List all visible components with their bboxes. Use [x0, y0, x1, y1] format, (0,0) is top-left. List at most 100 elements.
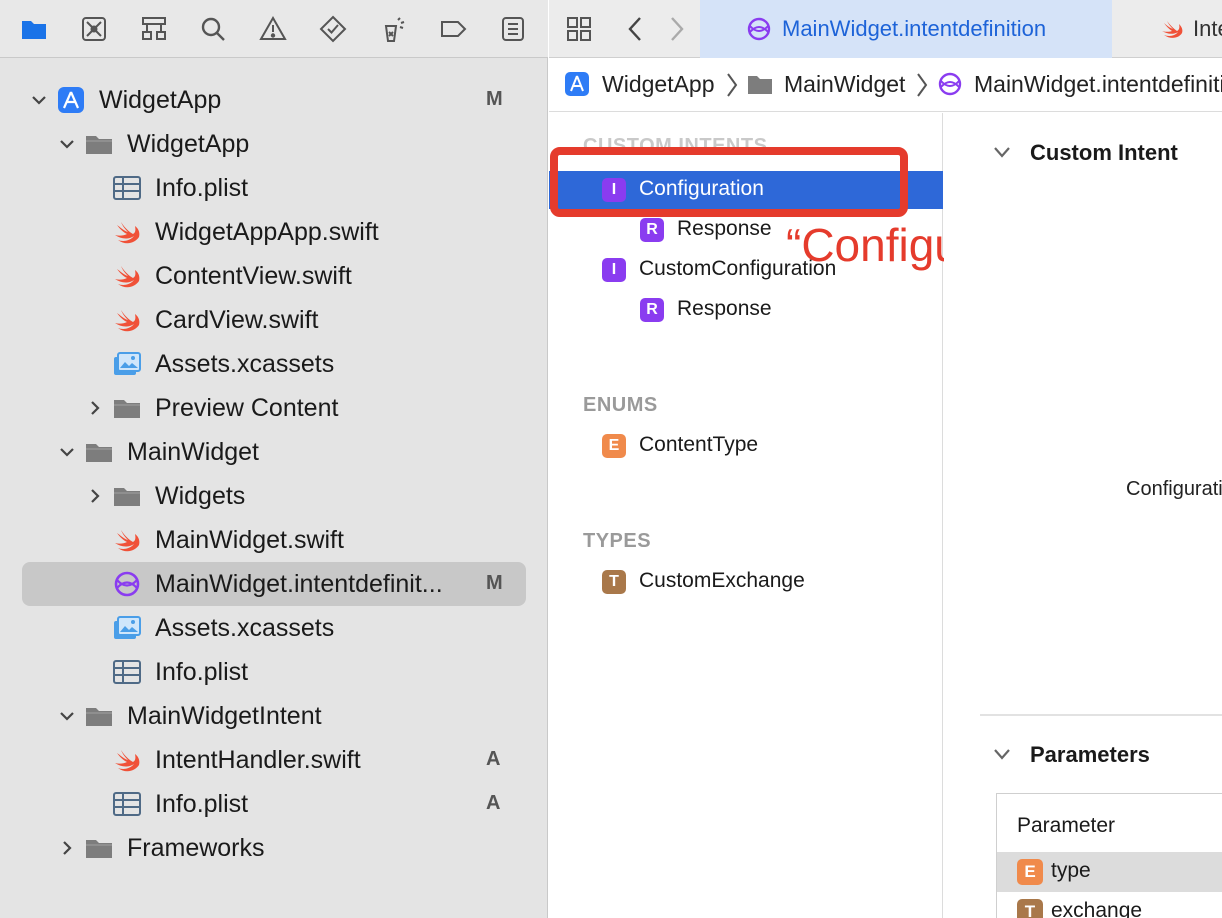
breadcrumb-group[interactable]: MainWidget	[784, 71, 905, 98]
list-item-response[interactable]: R Response	[549, 291, 943, 329]
folder-icon[interactable]	[17, 12, 51, 46]
kind-chip: R	[640, 298, 664, 322]
tree-item-label: MainWidget.swift	[155, 526, 344, 554]
tree-item[interactable]: WidgetAppApp.swift	[0, 210, 548, 254]
swift-icon	[1162, 21, 1183, 38]
chevron-down-icon[interactable]	[56, 705, 78, 727]
highlight-box	[550, 147, 908, 217]
enum-chip: E	[1017, 859, 1043, 885]
list-item-label: CustomExchange	[639, 569, 805, 592]
report-icon[interactable]	[496, 12, 530, 46]
tree-item[interactable]: MainWidget.intentdefinit... M	[0, 562, 548, 606]
tree-item[interactable]: Preview Content	[0, 386, 548, 430]
tree-item[interactable]: Info.plist	[0, 650, 548, 694]
list-item-label: Response	[677, 297, 772, 320]
chevron-down-icon[interactable]	[28, 89, 50, 111]
plist-icon	[111, 172, 143, 204]
breadcrumb-separator-icon	[727, 73, 738, 97]
folder-icon	[111, 480, 143, 512]
parameters-title: Parameters	[1030, 742, 1150, 767]
tree-item-label: MainWidgetIntent	[127, 702, 322, 730]
tree-item-label: Info.plist	[155, 174, 249, 202]
warning-icon[interactable]	[256, 12, 290, 46]
assets-icon	[111, 348, 143, 380]
chevron-right-icon[interactable]	[84, 485, 106, 507]
parameter-name: type	[1051, 859, 1091, 882]
swift-icon	[111, 216, 143, 248]
swift-icon	[111, 524, 143, 556]
chevron-down-icon[interactable]	[991, 141, 1013, 163]
hierarchy-icon[interactable]	[137, 12, 171, 46]
breadcrumb-project[interactable]: WidgetApp	[602, 71, 715, 98]
tree-item[interactable]: MainWidget	[0, 430, 548, 474]
chevron-down-icon[interactable]	[991, 743, 1013, 765]
tree-item-label: MainWidget	[127, 438, 259, 466]
back-chevron-icon[interactable]	[619, 12, 653, 46]
kind-chip: T	[602, 570, 626, 594]
tree-item[interactable]: WidgetApp	[0, 122, 548, 166]
tree-item[interactable]: MainWidgetIntent	[0, 694, 548, 738]
tree-item-label: Widgets	[155, 482, 246, 510]
tab-intentdefinition[interactable]: MainWidget.intentdefinition	[700, 0, 1112, 58]
tab-label: MainWidget.intentdefinition	[782, 16, 1047, 41]
chevron-down-icon[interactable]	[56, 133, 78, 155]
chevron-right-icon[interactable]	[84, 397, 106, 419]
kind-chip: E	[602, 434, 626, 458]
tree-item[interactable]: CardView.swift	[0, 298, 548, 342]
tree-item[interactable]: Info.plist A	[0, 782, 548, 826]
kind-chip: R	[640, 218, 664, 242]
breakpoint-icon[interactable]	[436, 12, 470, 46]
tree-item[interactable]: Info.plist	[0, 166, 548, 210]
tree-item[interactable]: Assets.xcassets	[0, 342, 548, 386]
search-icon[interactable]	[196, 12, 230, 46]
parameter-column-header: Parameter	[1017, 814, 1116, 837]
kind-chip: I	[602, 258, 626, 282]
breadcrumb-separator-icon	[917, 73, 928, 97]
tree-item[interactable]: Frameworks	[0, 826, 548, 870]
tree-item[interactable]: WidgetApp M	[0, 78, 548, 122]
swift-icon	[111, 304, 143, 336]
grid-icon[interactable]	[562, 12, 596, 46]
custom-intent-title: Custom Intent	[1030, 140, 1178, 165]
list-item-type[interactable]: T CustomExchange	[549, 563, 943, 601]
section-types: TYPES	[583, 530, 652, 552]
intent-definition-icon	[747, 17, 771, 41]
scm-status-badge: M	[486, 88, 503, 110]
parameters-table: Parameter E type T exchange	[996, 793, 1222, 918]
tree-item-label: ContentView.swift	[155, 262, 352, 290]
folder-icon	[83, 128, 115, 160]
source-control-icon[interactable]	[77, 12, 111, 46]
tree-item[interactable]: ContentView.swift	[0, 254, 548, 298]
tab-label: IntentHandler.swift	[1193, 16, 1222, 41]
tree-item-label: Assets.xcassets	[155, 350, 335, 378]
breadcrumb-file[interactable]: MainWidget.intentdefinition	[974, 71, 1222, 98]
app-project-icon	[565, 72, 589, 96]
tree-item-label: Preview Content	[155, 394, 339, 422]
parameter-row-type[interactable]: E type	[997, 852, 1222, 892]
app-project-icon	[55, 84, 87, 116]
divider	[980, 714, 1222, 716]
intent-detail-pane: Custom Intent Configuration Parameters P…	[944, 113, 1222, 918]
intent-definition-icon	[938, 72, 962, 96]
tab-intenthandler[interactable]: IntentHandler.swift	[1159, 0, 1222, 58]
tree-item-label: WidgetAppApp.swift	[155, 218, 379, 246]
tree-item-label: Assets.xcassets	[155, 614, 335, 642]
scm-status-badge: A	[486, 792, 501, 814]
test-icon[interactable]	[316, 12, 350, 46]
forward-chevron-icon[interactable]	[659, 12, 693, 46]
list-item-label: ContentType	[639, 433, 759, 456]
debug-icon[interactable]	[376, 12, 410, 46]
chevron-down-icon[interactable]	[56, 441, 78, 463]
parameter-name: exchange	[1051, 899, 1143, 918]
tree-item[interactable]: Assets.xcassets	[0, 606, 548, 650]
folder-icon	[83, 700, 115, 732]
tree-item[interactable]: Widgets	[0, 474, 548, 518]
tree-item-label: Info.plist	[155, 790, 249, 818]
tree-item[interactable]: MainWidget.swift	[0, 518, 548, 562]
list-item-enum[interactable]: E ContentType	[549, 427, 943, 465]
chevron-right-icon[interactable]	[56, 837, 78, 859]
tree-item-label: IntentHandler.swift	[155, 746, 361, 774]
parameter-row-exchange[interactable]: T exchange	[997, 892, 1222, 918]
project-navigator: WidgetApp M WidgetApp Info.plist WidgetAppAp…	[0, 0, 548, 918]
tree-item[interactable]: IntentHandler.swift A	[0, 738, 548, 782]
